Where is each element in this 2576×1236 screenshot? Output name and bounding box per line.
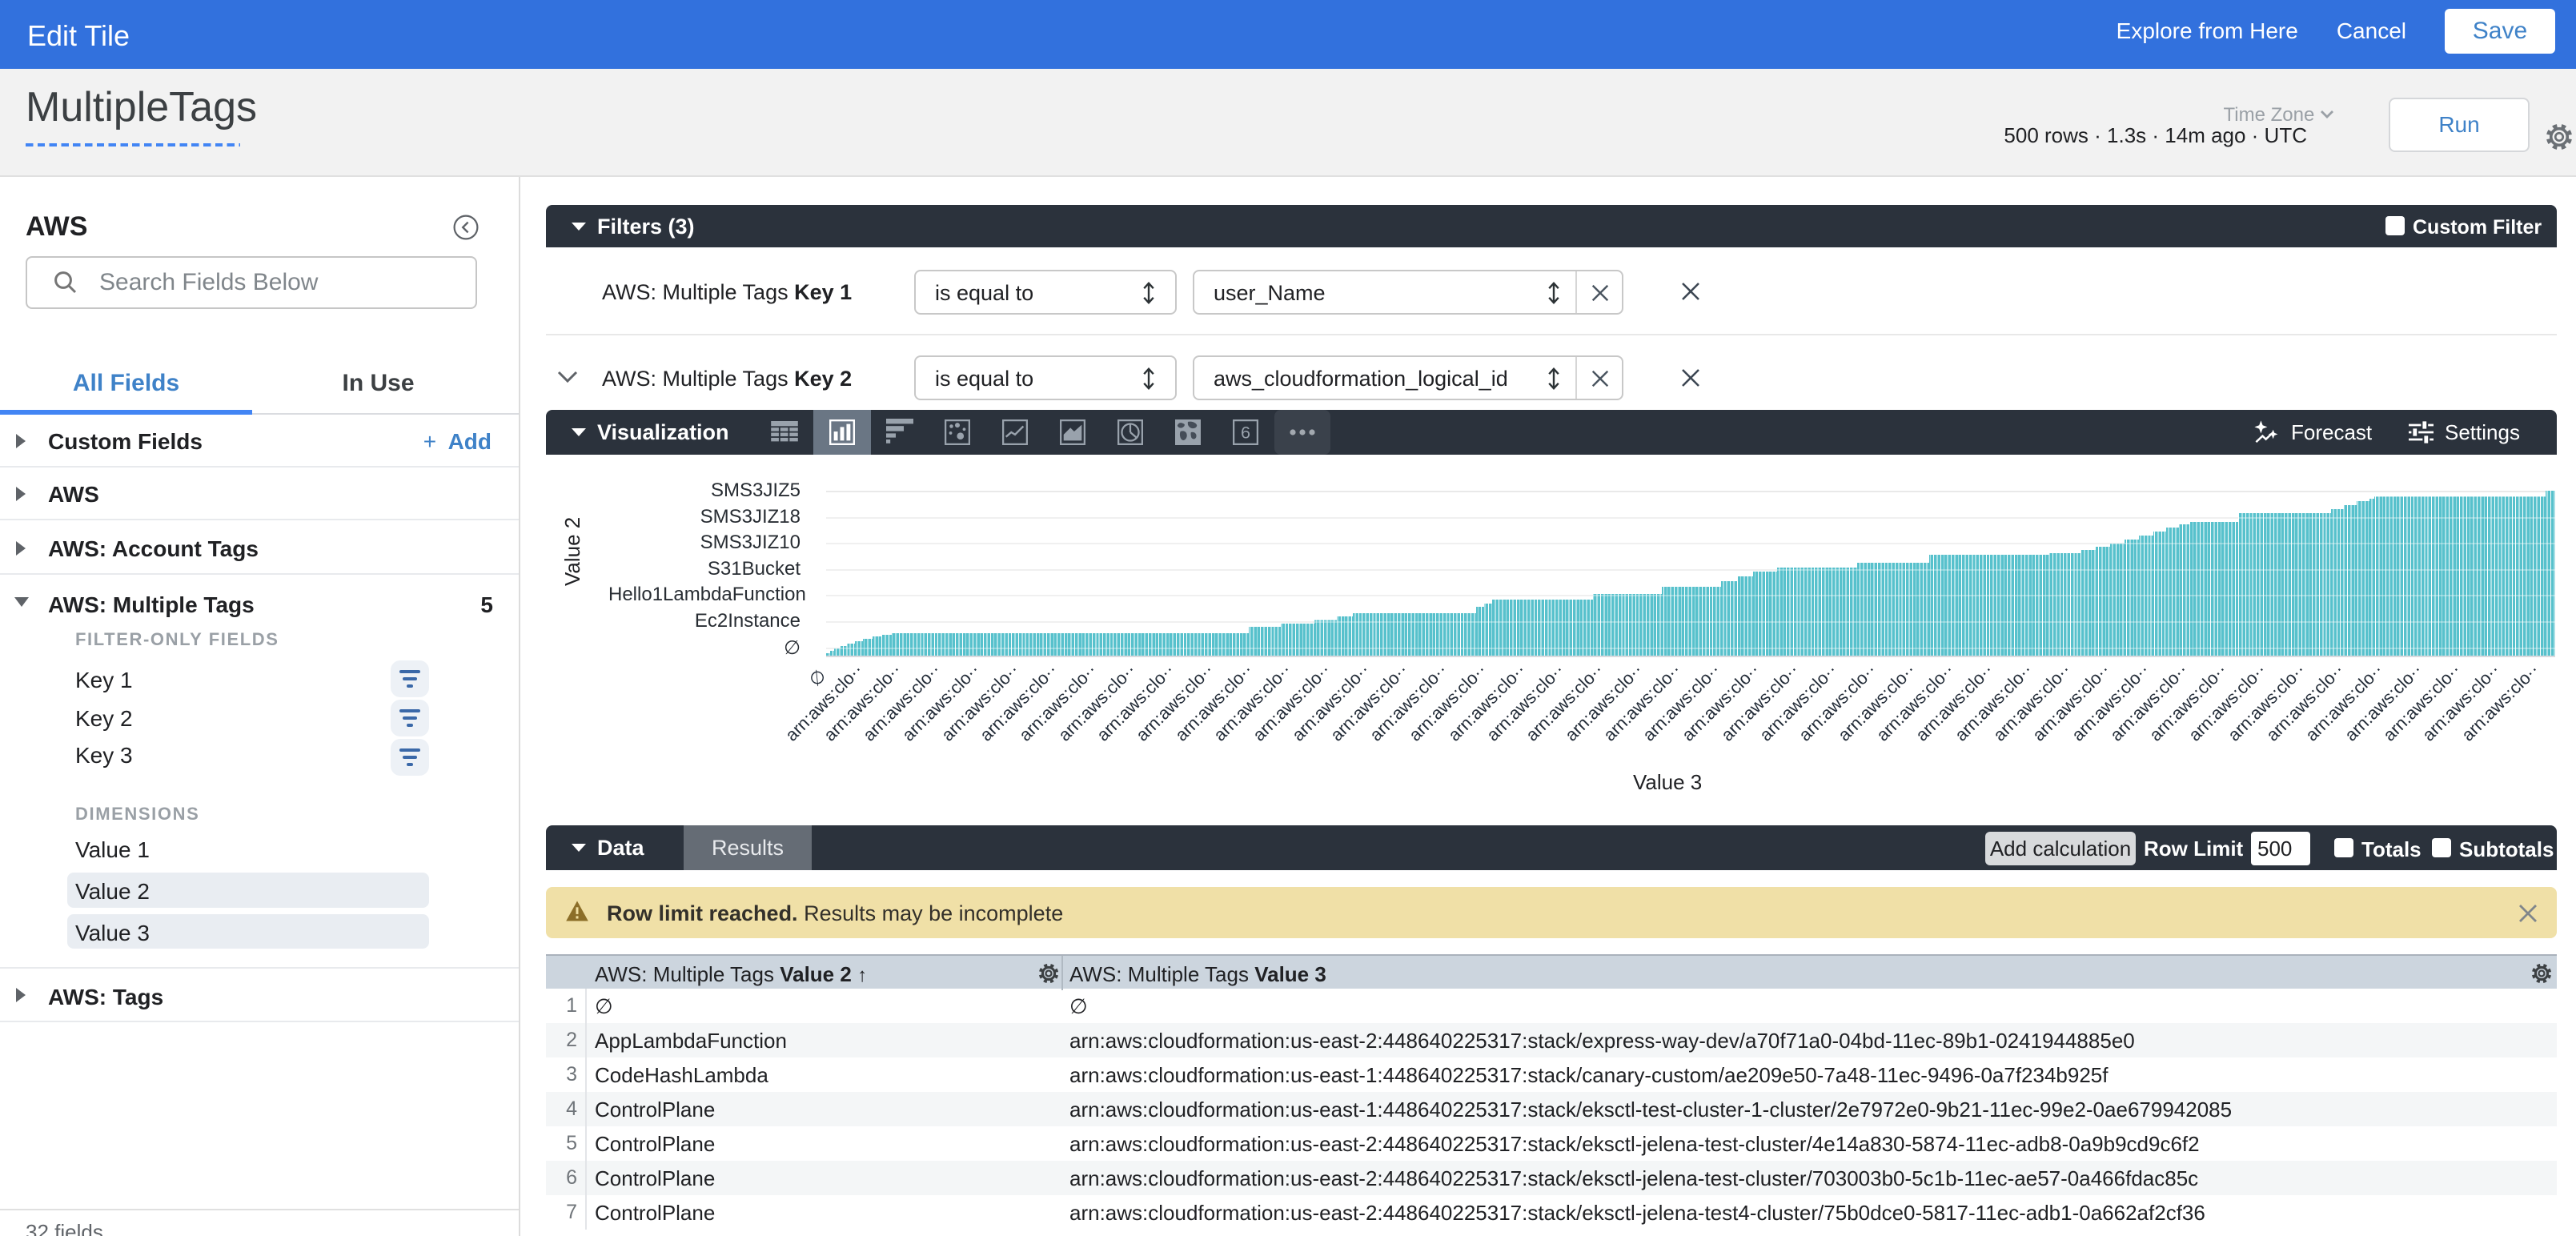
svg-text:6: 6 [1241,423,1250,443]
